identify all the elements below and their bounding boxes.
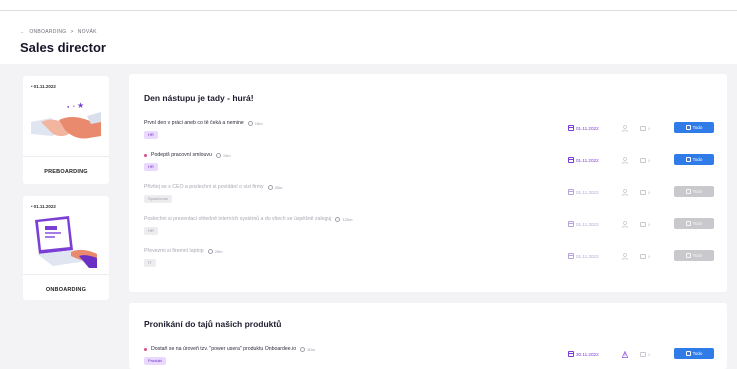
task-tag: IT (144, 259, 156, 267)
clock-icon (215, 152, 221, 158)
assignee-icon[interactable] (622, 253, 628, 260)
task-title[interactable]: Přivítej se s CEO a poslechni si povídán… (144, 184, 282, 190)
todo-button[interactable]: Todo (674, 122, 714, 133)
todo-icon (685, 253, 691, 258)
todo-button[interactable]: Todo (674, 218, 714, 229)
assignee-icon[interactable] (622, 157, 628, 164)
task-row[interactable]: První den v práci aneb co tě čeká a nemi… (144, 120, 714, 144)
section-title: Pronikání do tajů našich produktů (144, 319, 282, 329)
calendar-icon (568, 351, 574, 357)
task-date[interactable]: 01.11.2022 (568, 125, 599, 131)
task-tag: HR (144, 227, 158, 235)
task-date[interactable]: 01.11.2022 (568, 157, 599, 163)
duration: 15m (247, 120, 263, 126)
duration: 30m (300, 346, 315, 352)
todo-icon (685, 189, 691, 194)
comment-count[interactable]: 0 (640, 158, 650, 163)
task-row[interactable]: Převezmi si firemní laptop 20m IT 01.11.… (144, 248, 714, 272)
phase-date: • 01.11.2022 (31, 84, 56, 89)
comment-icon (640, 158, 646, 163)
clock-icon (267, 184, 273, 190)
assignee-icon[interactable] (622, 221, 628, 228)
duration: 120m (335, 216, 352, 222)
task-row[interactable]: Dostaň se na úroveň tzv. "power usera" p… (144, 346, 714, 369)
comment-count[interactable]: 0 (640, 352, 650, 357)
arrow-left-icon[interactable]: ← (20, 29, 25, 35)
assignee-warning-icon[interactable] (622, 351, 628, 358)
task-tag: Společnost (144, 195, 172, 203)
task-title[interactable]: Podepiš pracovní smlouvu 10m (144, 152, 231, 158)
phase-label: ONBOARDING (45, 287, 87, 293)
comment-icon (640, 352, 646, 357)
breadcrumb: ← ONBOARDING > NOVÁK (20, 29, 97, 35)
task-row[interactable]: Poslechni si prezentaci ohledně interníc… (144, 216, 714, 240)
comment-count[interactable]: 0 (640, 126, 650, 131)
todo-icon (685, 351, 691, 356)
unread-dot (144, 347, 147, 351)
section-title: Den nástupu je tady - hurá! (144, 93, 254, 103)
clock-icon (207, 248, 213, 254)
comment-icon (640, 254, 646, 259)
task-tag: HR (144, 131, 158, 139)
breadcrumb-current: NOVÁK (77, 29, 97, 35)
phase-divider (23, 156, 109, 157)
phase-card-preboarding[interactable]: • 01.11.2022 ● ● ★ PREBOARDING (23, 76, 109, 184)
comment-count[interactable]: 0 (640, 222, 650, 227)
task-date[interactable]: 30.11.2022 (568, 351, 599, 357)
clock-icon (335, 216, 341, 222)
comment-icon (640, 190, 646, 195)
todo-icon (685, 125, 691, 130)
todo-icon (685, 221, 691, 226)
breadcrumb-onboarding[interactable]: ONBOARDING (29, 29, 66, 35)
breadcrumb-separator: > (70, 29, 74, 35)
task-title[interactable]: Převezmi si firemní laptop 20m (144, 248, 222, 254)
comment-count[interactable]: 0 (640, 190, 650, 195)
svg-text:●: ● (67, 104, 70, 109)
task-date[interactable]: 01.11.2022 (568, 253, 599, 259)
duration: 10m (215, 152, 231, 158)
section-card: Pronikání do tajů našich produktů Dostaň… (129, 303, 727, 369)
calendar-icon (568, 157, 574, 163)
task-date[interactable]: 01.11.2022 (568, 189, 599, 195)
task-title[interactable]: První den v práci aneb co tě čeká a nemi… (144, 120, 263, 126)
calendar-icon (568, 125, 574, 131)
todo-icon (685, 157, 691, 162)
page-title: Sales director (20, 40, 106, 55)
task-date[interactable]: 01.11.2022 (568, 221, 599, 227)
duration: 20m (207, 248, 222, 254)
clock-icon (300, 346, 306, 352)
phase-card-onboarding[interactable]: • 01.11.2022 ONBOARDING (23, 196, 109, 300)
task-row[interactable]: Přivítej se s CEO a poslechni si povídán… (144, 184, 714, 208)
task-tag: Produkt (144, 357, 166, 365)
section-card: Den nástupu je tady - hurá! První den v … (129, 74, 727, 292)
assignee-icon[interactable] (622, 125, 628, 132)
phase-label: PREBOARDING (44, 169, 88, 175)
calendar-icon (568, 221, 574, 227)
duration: 30m (267, 184, 282, 190)
task-title[interactable]: Dostaň se na úroveň tzv. "power usera" p… (144, 346, 315, 352)
top-divider (0, 10, 737, 11)
unread-dot (144, 153, 147, 157)
svg-text:●: ● (73, 104, 75, 108)
todo-button[interactable]: Todo (674, 348, 714, 359)
task-row[interactable]: Podepiš pracovní smlouvu 10m HR 01.11.20… (144, 152, 714, 176)
calendar-icon (568, 253, 574, 259)
todo-button[interactable]: Todo (674, 250, 714, 261)
todo-button[interactable]: Todo (674, 154, 714, 165)
task-title[interactable]: Poslechni si prezentaci ohledně interníc… (144, 216, 352, 222)
svg-text:★: ★ (77, 101, 84, 110)
clock-icon (247, 120, 253, 126)
comment-count[interactable]: 0 (640, 254, 650, 259)
assignee-icon[interactable] (622, 189, 628, 196)
handshake-illustration: ● ● ★ (31, 101, 101, 139)
calendar-icon (568, 189, 574, 195)
comment-icon (640, 126, 646, 131)
comment-icon (640, 222, 646, 227)
todo-button[interactable]: Todo (674, 186, 714, 197)
laptop-illustration (35, 216, 97, 268)
phase-divider (23, 274, 109, 275)
task-tag: HR (144, 163, 158, 171)
phase-date: • 01.11.2022 (31, 204, 56, 209)
